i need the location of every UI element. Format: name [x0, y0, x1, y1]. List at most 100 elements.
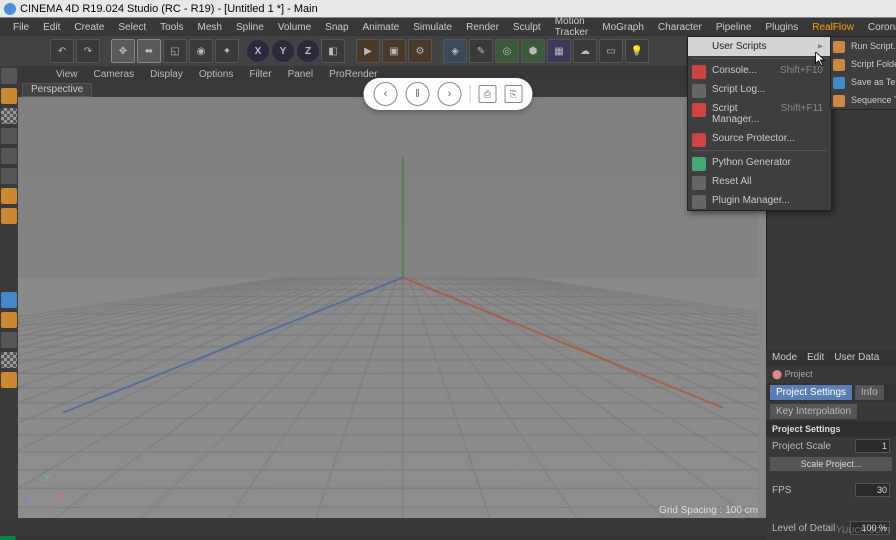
- render-settings[interactable]: ⚙: [408, 39, 432, 63]
- light-obj[interactable]: 💡: [625, 39, 649, 63]
- viewport-solo-icon[interactable]: [1, 372, 17, 388]
- y-axis-lock[interactable]: Y: [271, 39, 295, 63]
- point-mode-icon[interactable]: [1, 148, 17, 164]
- 3d-viewport[interactable]: Grid Spacing : 100 cm Y X Z: [18, 97, 766, 518]
- prev-button[interactable]: ‹: [374, 82, 398, 106]
- z-axis-label: Z: [28, 494, 34, 504]
- attr-userdata[interactable]: User Data: [834, 352, 879, 364]
- console-icon: [692, 65, 706, 79]
- vp-menu-panel[interactable]: Panel: [280, 68, 322, 81]
- attr-mode[interactable]: Mode: [772, 352, 797, 364]
- menu-simulate[interactable]: Simulate: [406, 20, 459, 35]
- texture-mode-icon[interactable]: [1, 108, 17, 124]
- menu-spline[interactable]: Spline: [229, 20, 271, 35]
- source-protector-item[interactable]: Source Protector...: [688, 129, 831, 148]
- plugin-manager-item[interactable]: Plugin Manager...: [688, 191, 831, 210]
- save-template-item[interactable]: Save as Temp: [831, 73, 896, 91]
- polygon-mode-icon[interactable]: [1, 188, 17, 204]
- tab-key-interpolation[interactable]: Key Interpolation: [770, 404, 857, 419]
- vp-menu-view[interactable]: View: [48, 68, 86, 81]
- user-scripts-item[interactable]: User Scripts▸: [688, 37, 831, 56]
- mouse-cursor: [815, 52, 829, 68]
- object-mode-icon[interactable]: [1, 88, 17, 104]
- script-log-item[interactable]: Script Log...: [688, 80, 831, 99]
- redo-button[interactable]: ↷: [76, 39, 100, 63]
- menu-motiontracker[interactable]: Motion Tracker: [548, 14, 596, 40]
- save-icon: [833, 77, 845, 89]
- menu-volume[interactable]: Volume: [271, 20, 318, 35]
- save-frame-icon[interactable]: ⎙: [479, 85, 497, 103]
- pause-button[interactable]: ‖: [406, 82, 430, 106]
- menu-character[interactable]: Character: [651, 20, 709, 35]
- subdivision[interactable]: ◎: [495, 39, 519, 63]
- viewport-canvas[interactable]: [18, 97, 758, 518]
- menu-render[interactable]: Render: [459, 20, 506, 35]
- vp-menu-cameras[interactable]: Cameras: [86, 68, 143, 81]
- save-all-icon[interactable]: ⎘: [505, 85, 523, 103]
- menu-select[interactable]: Select: [111, 20, 153, 35]
- attributes-panel: Mode Edit User Data ⬤ Project Project Se…: [766, 350, 896, 530]
- cube-primitive[interactable]: ◈: [443, 39, 467, 63]
- tab-info[interactable]: Info: [855, 385, 884, 400]
- fps-input[interactable]: [855, 483, 890, 497]
- camera-obj[interactable]: ▭: [599, 39, 623, 63]
- render-view[interactable]: ▶: [356, 39, 380, 63]
- menu-mesh[interactable]: Mesh: [191, 20, 229, 35]
- menu-file[interactable]: File: [6, 20, 36, 35]
- menu-mograph[interactable]: MoGraph: [595, 20, 651, 35]
- menu-plugins[interactable]: Plugins: [758, 20, 805, 35]
- timeline-bar[interactable]: [0, 536, 766, 540]
- undo-button[interactable]: ↶: [50, 39, 74, 63]
- console-item[interactable]: Console...Shift+F10: [688, 61, 831, 80]
- workplane-icon[interactable]: [1, 312, 17, 328]
- edge-mode-icon[interactable]: [1, 168, 17, 184]
- menu-corona[interactable]: Corona: [861, 20, 896, 35]
- scale-project-button[interactable]: Scale Project...: [770, 457, 892, 471]
- recent-tool[interactable]: ✦: [215, 39, 239, 63]
- menu-pipeline[interactable]: Pipeline: [709, 20, 759, 35]
- tab-project-settings[interactable]: Project Settings: [770, 385, 852, 400]
- locked-icon[interactable]: [1, 352, 17, 368]
- menu-snap[interactable]: Snap: [318, 20, 355, 35]
- attr-edit[interactable]: Edit: [807, 352, 824, 364]
- vp-menu-display[interactable]: Display: [142, 68, 191, 81]
- axis-mode-icon[interactable]: [1, 208, 17, 224]
- python-generator-item[interactable]: Python Generator: [688, 153, 831, 172]
- deformer[interactable]: ▦: [547, 39, 571, 63]
- pen-tool[interactable]: ✎: [469, 39, 493, 63]
- next-button[interactable]: ›: [438, 82, 462, 106]
- sequence-item[interactable]: Sequence To: [831, 91, 896, 109]
- viewport-container: View Cameras Display Options Filter Pane…: [18, 66, 766, 518]
- menu-create[interactable]: Create: [67, 20, 111, 35]
- snap-icon[interactable]: [1, 292, 17, 308]
- script-manager-item[interactable]: Script Manager...Shift+F11: [688, 99, 831, 129]
- run-script-item[interactable]: Run Script...: [831, 37, 896, 55]
- menu-tools[interactable]: Tools: [153, 20, 190, 35]
- render-region[interactable]: ▣: [382, 39, 406, 63]
- generator[interactable]: ⬢: [521, 39, 545, 63]
- quantize-icon[interactable]: [1, 332, 17, 348]
- model-mode-icon[interactable]: [1, 68, 17, 84]
- rotate-tool[interactable]: ◉: [189, 39, 213, 63]
- menu-sculpt[interactable]: Sculpt: [506, 20, 548, 35]
- project-scale-input[interactable]: [855, 439, 890, 453]
- script-folder-item[interactable]: Script Folder: [831, 55, 896, 73]
- menu-edit[interactable]: Edit: [36, 20, 67, 35]
- x-axis-lock[interactable]: X: [246, 39, 270, 63]
- z-axis-lock[interactable]: Z: [296, 39, 320, 63]
- select-tool[interactable]: ✥: [111, 39, 135, 63]
- vp-menu-filter[interactable]: Filter: [241, 68, 279, 81]
- vp-menu-options[interactable]: Options: [191, 68, 241, 81]
- protector-icon: [692, 133, 706, 147]
- move-tool[interactable]: ⬌: [137, 39, 161, 63]
- menu-animate[interactable]: Animate: [356, 20, 407, 35]
- uv-mode-icon[interactable]: [1, 128, 17, 144]
- coord-system[interactable]: ◧: [321, 39, 345, 63]
- scale-tool[interactable]: ◱: [163, 39, 187, 63]
- axis-gizmo[interactable]: Y X Z: [28, 473, 63, 508]
- menu-realflow[interactable]: RealFlow: [805, 20, 861, 35]
- viewport-tab-perspective[interactable]: Perspective: [22, 83, 92, 97]
- environment[interactable]: ☁: [573, 39, 597, 63]
- window-title: CINEMA 4D R19.024 Studio (RC - R19) - [U…: [20, 3, 318, 15]
- reset-all-item[interactable]: Reset All: [688, 172, 831, 191]
